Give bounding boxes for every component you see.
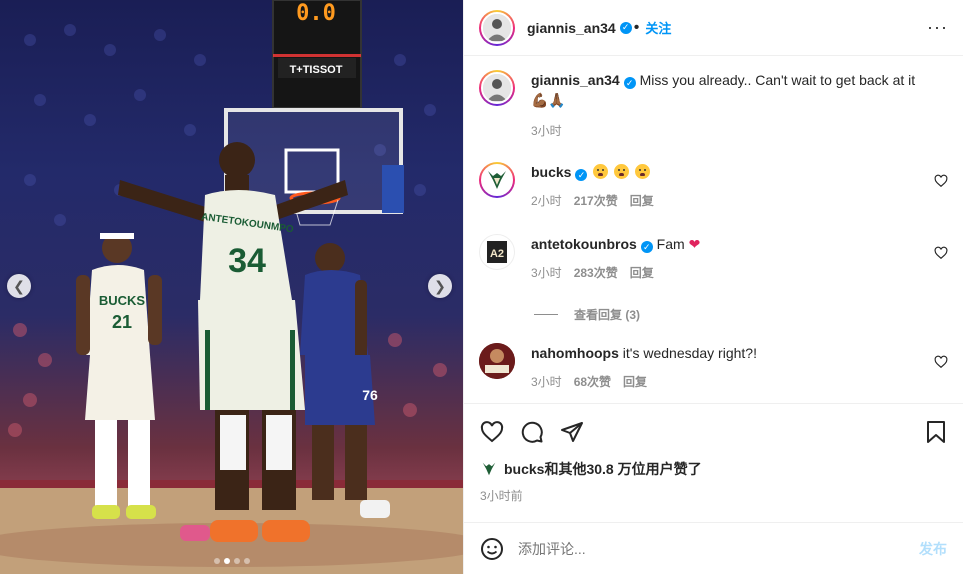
carousel-dot [243,558,250,564]
verified-badge-icon: ✓ [575,169,588,181]
comment-text: it's wednesday right?! [622,345,757,361]
post-actions-bar [464,403,963,459]
jersey-team-text: BUCKS [99,293,146,308]
comment-reply-button[interactable]: 回复 [623,373,647,390]
post-photo: 0.0 T+TISSOT BUCKS 21 76 ANTETOKOUNMPO 3… [0,0,463,574]
crying-face-emoji-icon [635,164,651,179]
chevron-left-icon: ❮ [13,277,25,294]
red-heart-emoji-icon: ❤ [688,236,701,252]
author-username[interactable]: giannis_an34 [527,20,616,36]
jersey-number-21: 21 [112,312,132,332]
bucks-logo-icon [482,462,496,476]
emoji-smiley-icon[interactable] [480,537,504,561]
likes-first-user[interactable]: bucks [504,461,544,477]
caption-emojis: 💪🏾🙏🏾 [531,92,566,108]
comment-username[interactable]: nahomhoops [531,345,619,361]
share-send-icon[interactable] [560,420,584,444]
comment-like-heart-icon[interactable] [934,355,948,369]
author-avatar[interactable] [479,9,515,46]
comment-like-heart-icon[interactable] [934,246,948,260]
comment-username[interactable]: antetokounbros [531,236,637,252]
post-time-ago: 3小时前 [480,489,523,503]
view-replies-label: 查看回复 (3) [574,308,641,322]
carousel-dot-active [223,558,230,564]
comment-item: bucks ✓ 2小时 217次赞 回复 [479,162,948,242]
caption-time: 3小时 [531,124,562,138]
caption-text: Miss you already.. Can't wait to get bac… [639,72,916,88]
comment-likes[interactable]: 217次赞 [574,192,618,209]
chevron-right-icon: ❯ [434,277,446,294]
like-heart-icon[interactable] [480,420,504,444]
post-details-pane: giannis_an34 ✓ • 关注 ··· giannis_an34 ✓ M… [463,0,963,574]
comment-likes[interactable]: 283次赞 [574,264,618,281]
bucks-logo-icon [488,171,506,189]
likes-rest-text: 和其他30.8 万位用户赞了 [544,461,702,477]
comment-likes[interactable]: 68次赞 [574,373,611,390]
post-header: giannis_an34 ✓ • 关注 ··· [464,0,963,56]
antetokounbros-logo-icon: A2 [487,241,507,263]
comment-time: 3小时 [531,375,562,389]
carousel-indicator [0,558,463,564]
player-21: BUCKS 21 [76,233,162,519]
jersey-number-34: 34 [228,242,266,280]
save-bookmark-icon[interactable] [925,420,947,444]
svg-text:A2: A2 [490,248,504,260]
carousel-dot [213,558,220,564]
more-options-icon[interactable]: ··· [927,17,948,38]
caption-author-avatar[interactable] [479,70,515,106]
avatar-image [483,13,511,42]
separator-dot: • [633,18,640,36]
verified-badge-icon: ✓ [640,241,653,253]
comment-reply-button[interactable]: 回复 [630,192,654,209]
sponsor-text: T+TISSOT [290,64,343,76]
follow-button[interactable]: 关注 [645,18,671,37]
instagram-post-dialog: 0.0 T+TISSOT BUCKS 21 76 ANTETOKOUNMPO 3… [0,0,963,574]
comment-composer: 发布 [464,522,963,574]
post-comment-button[interactable]: 发布 [919,539,947,559]
commenter-avatar[interactable]: A2 [479,234,515,270]
avatar-image [479,343,515,379]
post-media[interactable]: 0.0 T+TISSOT BUCKS 21 76 ANTETOKOUNMPO 3… [0,0,463,574]
commenter-avatar[interactable] [479,162,515,198]
previous-photo-button[interactable]: ❮ [7,274,31,298]
comment-input[interactable] [518,540,919,557]
shot-clock-display: 0.0 [296,1,336,26]
comment-username[interactable]: bucks [531,164,571,180]
comment-reply-button[interactable]: 回复 [630,264,654,281]
comment-item: A2 antetokounbros ✓ Fam ❤ 3小时 283次赞 回复 [479,234,948,296]
comment-time: 3小时 [531,266,562,280]
comment-bubble-icon[interactable] [520,420,544,444]
avatar-image [483,74,511,102]
next-photo-button[interactable]: ❯ [428,274,452,298]
comment-like-heart-icon[interactable] [934,174,948,188]
likes-summary[interactable]: bucks和其他30.8 万位用户赞了 [464,459,963,479]
player-76: 76 [300,243,390,518]
crying-face-emoji-icon [614,164,630,179]
view-replies-button[interactable]: 查看回复 (3) [534,306,948,323]
verified-badge-icon: ✓ [619,21,632,34]
carousel-dot [233,558,240,564]
caption-username[interactable]: giannis_an34 [531,72,620,88]
comment-time: 2小时 [531,194,562,208]
commenter-avatar[interactable] [479,343,515,379]
jersey-number-76: 76 [362,387,378,403]
comment-item: nahomhoops it's wednesday right?! 3小时 68… [479,343,948,403]
comments-list: giannis_an34 ✓ Miss you already.. Can't w… [464,56,963,403]
verified-badge-icon: ✓ [623,77,636,89]
comment-text: Fam [656,236,685,252]
crying-face-emoji-icon [593,164,609,179]
replies-divider [534,314,558,315]
caption-item: giannis_an34 ✓ Miss you already.. Can't w… [479,70,948,150]
